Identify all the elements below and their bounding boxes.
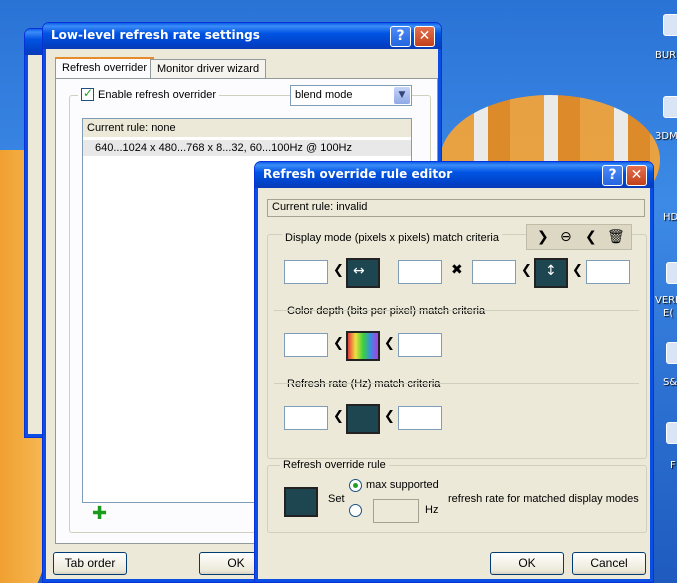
split-icon[interactable]: ❯ bbox=[537, 229, 549, 245]
enable-checkbox[interactable]: ✓ bbox=[81, 86, 94, 101]
enable-row: ✓ Enable refresh overrider bbox=[78, 86, 220, 101]
width-min-field[interactable] bbox=[284, 260, 328, 284]
divider bbox=[274, 383, 639, 384]
app-icon[interactable] bbox=[666, 262, 677, 284]
width-max-field[interactable] bbox=[398, 260, 442, 284]
rule-editor-window: Refresh override rule editor ? ✕ Current… bbox=[254, 161, 654, 583]
radio-dot bbox=[353, 483, 358, 488]
override-group-label: Refresh override rule bbox=[280, 459, 389, 471]
left-arrow-icon[interactable]: ❮ bbox=[585, 229, 597, 245]
less-than-icon: ❮ bbox=[384, 336, 395, 351]
help-button[interactable]: ? bbox=[390, 26, 411, 47]
height-min-field[interactable] bbox=[472, 260, 516, 284]
refresh-rate-label: Refresh rate (Hz) match criteria bbox=[284, 378, 444, 390]
check-icon: ✓ bbox=[83, 86, 94, 100]
editor-window-title: Refresh override rule editor bbox=[263, 167, 453, 181]
desktop-icon-label: BURN bbox=[655, 50, 677, 61]
app-icon[interactable] bbox=[666, 422, 677, 444]
editor-current-rule: Current rule: invalid bbox=[267, 199, 645, 217]
refresh-min-field[interactable] bbox=[284, 406, 328, 430]
less-than-icon: ❮ bbox=[572, 263, 583, 278]
max-supported-label: max supported bbox=[366, 479, 439, 491]
times-icon: ✖ bbox=[451, 262, 463, 278]
color-depth-monitor-icon bbox=[346, 331, 380, 361]
refresh-monitor-icon bbox=[346, 404, 380, 434]
mode-select-value: blend mode bbox=[295, 89, 353, 101]
tail-label: refresh rate for matched display modes bbox=[448, 493, 639, 505]
document-icon[interactable] bbox=[663, 14, 677, 36]
desktop-icon-label: HD bbox=[663, 212, 677, 223]
tab-order-button[interactable]: Tab order bbox=[53, 552, 127, 575]
color-max-field[interactable] bbox=[398, 333, 442, 357]
tab-monitor-driver-wizard[interactable]: Monitor driver wizard bbox=[150, 59, 267, 79]
horizontal-arrow-icon: ↔ bbox=[353, 263, 365, 279]
hz-field[interactable] bbox=[373, 499, 419, 523]
editor-ok-button[interactable]: OK bbox=[490, 552, 564, 575]
color-depth-label: Color depth (bits per pixel) match crite… bbox=[284, 305, 489, 317]
custom-hz-radio[interactable] bbox=[349, 504, 362, 517]
current-rule-header: Current rule: none bbox=[83, 119, 411, 137]
color-min-field[interactable] bbox=[284, 333, 328, 357]
less-than-icon: ❮ bbox=[333, 263, 344, 278]
override-monitor-icon bbox=[284, 487, 318, 517]
merge-icon[interactable]: ⊖ bbox=[560, 229, 572, 245]
editor-cancel-button[interactable]: Cancel bbox=[572, 552, 646, 575]
refresh-max-field[interactable] bbox=[398, 406, 442, 430]
vertical-arrow-icon: ↕ bbox=[545, 263, 557, 279]
desktop-icon-label: E( bbox=[663, 308, 674, 319]
less-than-icon: ❮ bbox=[333, 336, 344, 351]
main-titlebar[interactable]: Low-level refresh rate settings ? ✕ bbox=[43, 23, 441, 49]
width-monitor-icon: ↔ bbox=[346, 258, 380, 288]
add-rule-icon[interactable]: ✚ bbox=[92, 505, 107, 523]
divider bbox=[274, 310, 639, 311]
set-label: Set bbox=[328, 493, 345, 505]
height-monitor-icon: ↕ bbox=[534, 258, 568, 288]
mode-select[interactable]: blend mode ▼ bbox=[290, 85, 412, 106]
display-mode-label: Display mode (pixels x pixels) match cri… bbox=[282, 232, 502, 244]
chevron-down-icon[interactable]: ▼ bbox=[394, 87, 410, 104]
list-item[interactable]: 640...1024 x 480...768 x 8...32, 60...10… bbox=[83, 140, 411, 156]
help-button[interactable]: ? bbox=[602, 165, 623, 186]
less-than-icon: ❮ bbox=[333, 409, 344, 424]
enable-label: Enable refresh overrider bbox=[98, 88, 217, 101]
desktop-icon-label: S& bbox=[663, 377, 677, 388]
less-than-icon: ❮ bbox=[521, 263, 532, 278]
editor-body: Current rule: invalid Display mode (pixe… bbox=[258, 188, 650, 579]
desktop-icon-label: 3DMA bbox=[655, 131, 677, 142]
less-than-icon: ❮ bbox=[384, 409, 395, 424]
hz-label: Hz bbox=[425, 504, 439, 516]
app-icon[interactable] bbox=[663, 96, 677, 118]
desktop-icon-label: VERBE bbox=[655, 295, 677, 306]
rule-toolbar: ❯ ⊖ ❮ 🗑 bbox=[526, 224, 632, 250]
height-max-field[interactable] bbox=[586, 260, 630, 284]
trash-icon[interactable]: 🗑 bbox=[607, 229, 625, 245]
editor-titlebar[interactable]: Refresh override rule editor ? ✕ bbox=[255, 162, 653, 188]
desktop-icon-label: F bbox=[670, 460, 676, 471]
max-supported-radio[interactable] bbox=[349, 479, 362, 492]
close-button[interactable]: ✕ bbox=[626, 165, 647, 186]
tab-refresh-overrider[interactable]: Refresh overrider bbox=[55, 57, 154, 79]
app-icon[interactable] bbox=[666, 342, 677, 364]
main-window-title: Low-level refresh rate settings bbox=[51, 28, 260, 42]
close-button[interactable]: ✕ bbox=[414, 26, 435, 47]
